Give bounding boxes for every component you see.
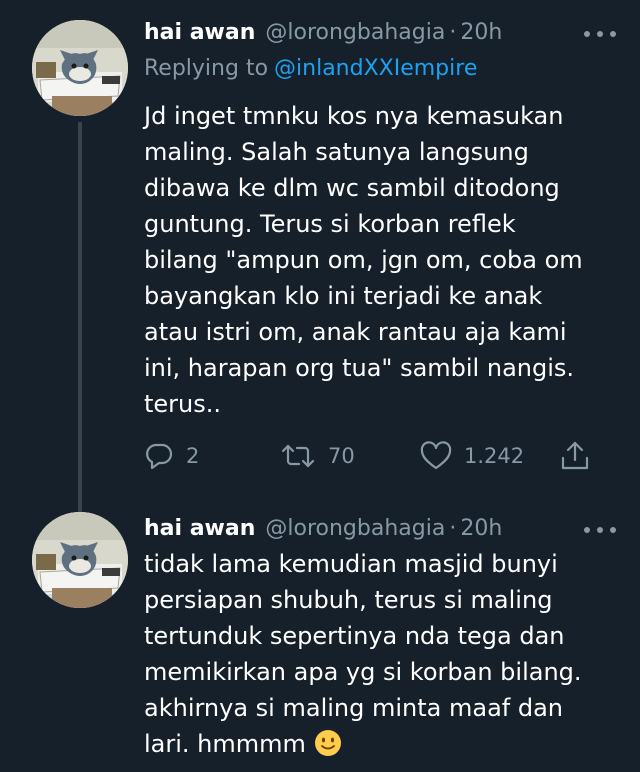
author-name[interactable]: hai awan	[144, 20, 255, 45]
tweet-text: tidak lama kemudian masjid bunyi persiap…	[144, 546, 620, 762]
author-handle[interactable]: @lorongbahagia	[265, 20, 445, 45]
retweet-icon	[280, 441, 316, 471]
tweet[interactable]: hai awan @lorongbahagia · 20h tidak lama…	[0, 500, 640, 772]
timestamp[interactable]: 20h	[460, 20, 502, 45]
replying-mention-link[interactable]: @inlandXXIempire	[274, 56, 477, 81]
tweet-text: Jd inget tmnku kos nya kemasukan maling.…	[144, 102, 583, 418]
share-icon	[560, 440, 590, 472]
tweet-actions: 2 70 1.242	[0, 436, 640, 476]
reply-count: 2	[186, 444, 200, 468]
reply-button[interactable]: 2	[144, 436, 199, 476]
separator: ·	[449, 515, 457, 541]
author-handle[interactable]: @lorongbahagia	[265, 516, 445, 541]
more-options-icon[interactable]	[580, 518, 620, 542]
like-button[interactable]: 1.242	[420, 436, 524, 476]
retweet-count: 70	[328, 444, 355, 468]
tweet[interactable]: hai awan @lorongbahagia · 20h Replying t…	[0, 0, 640, 514]
author-name[interactable]: hai awan	[144, 516, 255, 541]
tweet-header: hai awan @lorongbahagia · 20h	[144, 510, 502, 546]
timestamp[interactable]: 20h	[460, 516, 502, 541]
retweet-button[interactable]: 70	[280, 436, 355, 476]
replying-to: Replying to @inlandXXIempire	[144, 56, 477, 81]
heart-icon	[420, 441, 452, 471]
tweet-text-content: tidak lama kemudian masjid bunyi persiap…	[144, 550, 582, 758]
more-options-icon[interactable]	[580, 22, 620, 46]
replying-label: Replying to	[144, 56, 269, 81]
reply-icon	[144, 441, 174, 471]
separator: ·	[449, 19, 457, 45]
avatar[interactable]	[32, 20, 128, 116]
like-count: 1.242	[464, 444, 525, 468]
tweet-header: hai awan @lorongbahagia · 20h	[144, 14, 502, 50]
slightly-smiling-face-icon	[314, 729, 342, 757]
avatar[interactable]	[32, 512, 128, 608]
share-button[interactable]	[560, 436, 590, 476]
